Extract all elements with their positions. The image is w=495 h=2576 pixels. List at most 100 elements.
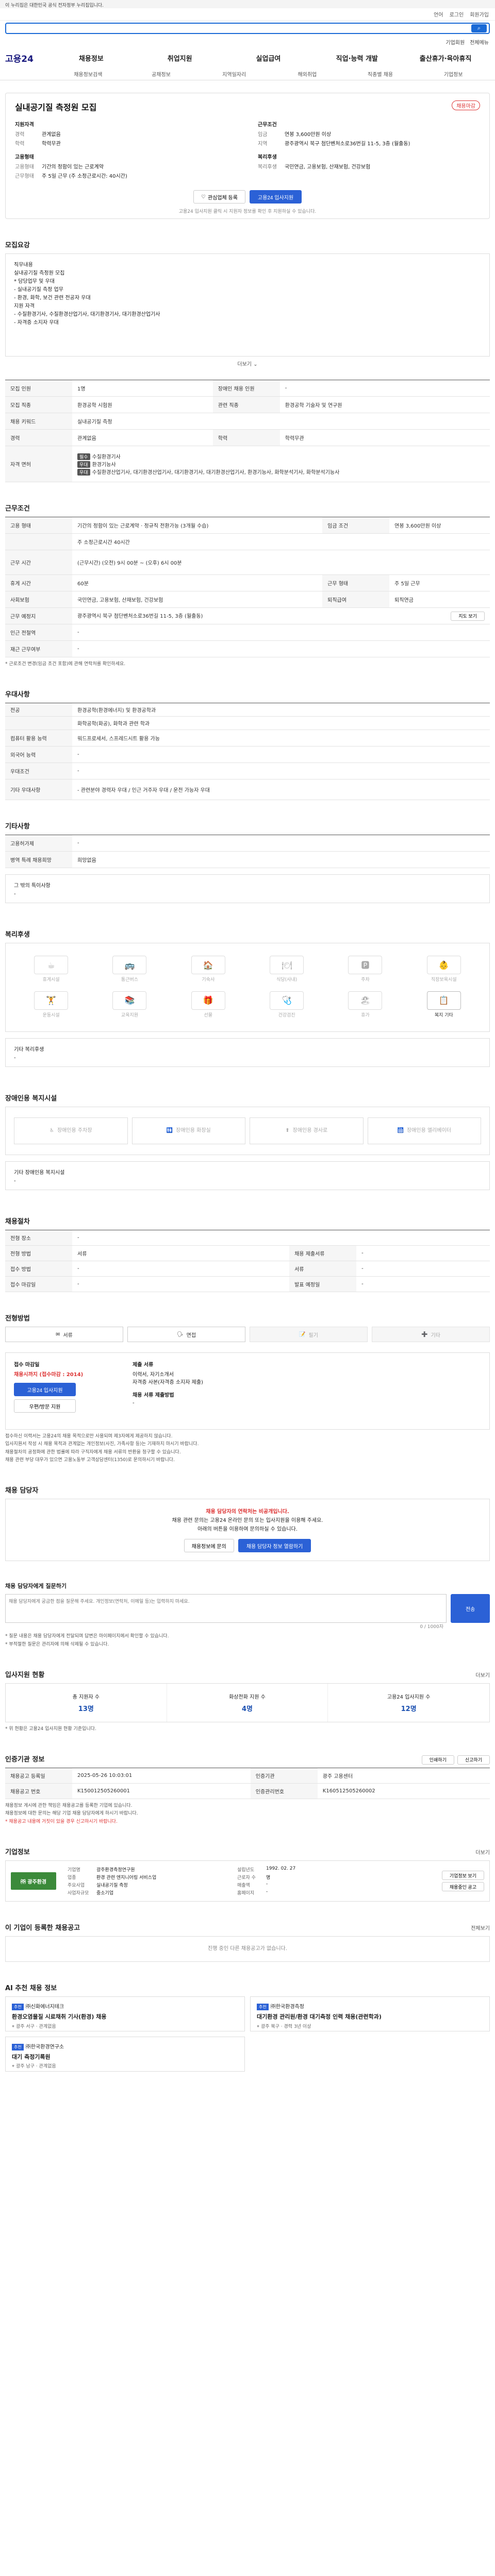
- apply-online-button[interactable]: 고용24 입사지원: [14, 1383, 76, 1397]
- rec-career: 경력 3년 이상: [284, 2024, 311, 2030]
- gnb-item[interactable]: 직업·능력 개발: [312, 53, 401, 63]
- search-button[interactable]: ⌕: [471, 24, 487, 32]
- company-header: 기업정보 더보기: [5, 1826, 490, 1860]
- kv-value: 관계없음: [42, 132, 61, 138]
- gnb-item[interactable]: 취업지원: [136, 53, 224, 63]
- heart-icon: ♡: [201, 194, 206, 200]
- td: 1명: [72, 380, 213, 397]
- th: 근무 예정지: [5, 607, 72, 624]
- company-logo: ㈜ 광주환경: [11, 1872, 56, 1890]
- section-title: 장애인용 복지시설: [5, 1095, 57, 1103]
- rec-tag: 추천: [12, 2004, 24, 2011]
- question-input[interactable]: [5, 1594, 447, 1623]
- local-nav: 채용정보검색 공채정보 지역일자리 해외취업 직종별 채용 기업정보: [0, 68, 495, 80]
- benefit-icon: 🏖: [348, 991, 383, 1010]
- site-logo[interactable]: 고용24: [5, 52, 34, 64]
- login-link[interactable]: 로그인: [450, 10, 464, 18]
- ramp-icon: ⬆: [285, 1128, 290, 1134]
- employer-link[interactable]: 기업회원: [446, 38, 465, 46]
- lnb-item[interactable]: 채용정보검색: [52, 70, 125, 78]
- work-note: * 근로조건 변경(임금 조건 포함)에 관해 연락처를 확인하세요.: [5, 662, 126, 667]
- print-button[interactable]: 인쇄하기: [421, 1755, 454, 1765]
- rec-card[interactable]: 추천 ㈜한국환경측정 대기환경 관리원/환경 대기측정 인력 채용(관련학과) ⌖…: [250, 1996, 490, 2032]
- interest-label: 관심업체 등록: [207, 195, 238, 201]
- company-jobs-button[interactable]: 채용중인 공고: [441, 1882, 484, 1892]
- apply-offline-button[interactable]: 우편/방문 지원: [14, 1399, 76, 1413]
- interest-button[interactable]: ♡ 관심업체 등록: [193, 190, 245, 204]
- td: 워드프로세서, 스프레드시트 활용 가능: [72, 730, 490, 747]
- benefit-item: 📚 교육지원: [92, 991, 167, 1019]
- detail-box: 직무내용 실내공기질 측정원 모집 * 담당업무 및 우대 - 실내공기질 측정…: [5, 253, 490, 357]
- all-menu-link[interactable]: 전체메뉴: [470, 38, 489, 46]
- benefit-label: 식당(사내): [276, 977, 298, 983]
- note-line: * 질문 내용은 채용 담당자에게 전달되며 답변은 마이페이지에서 확인할 수…: [5, 1634, 169, 1639]
- gnb-item[interactable]: 실업급여: [224, 53, 313, 63]
- rec-location: 광주 남구: [15, 2064, 35, 2070]
- benefit-item: 🏠 기숙사: [171, 956, 245, 984]
- more-link[interactable]: 더보기 ⌄: [5, 360, 490, 367]
- th: 전형 장소: [5, 1230, 72, 1246]
- company-info-button[interactable]: 기업정보 보기: [441, 1871, 484, 1880]
- recommend-all-link[interactable]: 전체보기: [471, 1924, 490, 1931]
- lnb-item[interactable]: 기업정보: [417, 70, 490, 78]
- method-item: ➕ 기타: [372, 1327, 490, 1343]
- th: 학력: [212, 429, 280, 446]
- kv-value: 국민연금, 고용보험, 산재보험, 건강보험: [285, 164, 371, 170]
- language-link[interactable]: 언어: [434, 10, 443, 18]
- info-header: 인증기관 정보 인쇄하기 신고하기: [5, 1733, 490, 1768]
- section-title: 이 기업이 등록한 채용공고: [5, 1924, 80, 1933]
- th: 근무 시간: [5, 550, 72, 575]
- kv-key: 고용형태: [15, 164, 34, 170]
- td: 국민연금, 고용보험, 산재보험, 건강보험: [72, 591, 323, 608]
- cert-value: 환경기능사: [92, 462, 116, 468]
- th: 병역 특례 채용희망: [5, 851, 72, 869]
- benefit-label: 휴게시설: [42, 977, 60, 983]
- info-actions: 인쇄하기 신고하기: [421, 1755, 490, 1765]
- rec-card[interactable]: 추천 ㈜한국환경연구소 대기 측정기록원 ⌖ 광주 남구 · 관계없음: [5, 2037, 245, 2072]
- lnb-item[interactable]: 직종별 채용: [344, 70, 417, 78]
- td: 연봉 3,600만원 이상: [389, 517, 490, 534]
- envelope-icon: ✉: [56, 1331, 60, 1337]
- join-link[interactable]: 회원가입: [470, 10, 489, 18]
- th: 외국어 능력: [5, 746, 72, 764]
- apply-button[interactable]: 고용24 입사지원: [249, 190, 302, 204]
- pin-icon: ⌖: [257, 2024, 260, 2030]
- td: 희망없음: [72, 851, 490, 869]
- lnb-item[interactable]: 공채정보: [125, 70, 198, 78]
- benefit-box: ☕ 휴게시설 🚌 통근버스 🏠 기숙사 🍽 식당(사내) 🅿 주차 👶 직장보육시설 🏋 운동시설 📚 교육지…: [5, 943, 490, 1032]
- th: 인증기관: [250, 1768, 318, 1784]
- benefit-label: 통근버스: [121, 977, 139, 983]
- inquiry-button[interactable]: 채용정보에 문의: [184, 1539, 234, 1553]
- rec-card[interactable]: 추천 ㈜신화에너지테크 환경오염물질 시료채취 기사(환경) 채용 ⌖ 광주 서구…: [5, 1996, 245, 2032]
- kv-value: 광주환경측정연구원: [96, 1868, 135, 1873]
- kv-value: 주 5일 근무 (주 소정근로시간: 40시간): [42, 174, 127, 179]
- benefit-icon: 🎁: [191, 991, 225, 1010]
- note-line: 입사지원서 작성 시 채용 목적과 관계없는 개인정보(사진, 가족사항 등)는…: [5, 1442, 199, 1447]
- job-summary-card: 채용마감 실내공기질 측정원 모집 지원자격 경력 관계없음 학력 학력무관 근무조…: [5, 93, 490, 219]
- rec-location: 광주 북구: [260, 2024, 279, 2030]
- benefit-item: 🅿 주차: [328, 956, 402, 984]
- lnb-item[interactable]: 해외취업: [271, 70, 344, 78]
- detail-table: 모집 인원 1명 장애인 채용 인원 - 모집 직종 환경공학 시험원 관련 직종 환경공학…: [5, 380, 490, 482]
- gnb-item[interactable]: 채용정보: [47, 53, 136, 63]
- map-button[interactable]: 지도 보기: [451, 611, 485, 621]
- method-label: 기타: [431, 1332, 440, 1338]
- contact-value: -: [133, 1400, 135, 1406]
- gnb-item[interactable]: 출산휴가·육아휴직: [401, 53, 490, 63]
- status-more-link[interactable]: 더보기: [475, 1671, 490, 1679]
- company-more-link[interactable]: 더보기: [475, 1848, 490, 1856]
- kv-value: 학력무관: [42, 141, 61, 147]
- th: 전공: [5, 703, 72, 717]
- benefit-item: ☕ 휴게시설: [14, 956, 88, 984]
- benefit-icon: 🍽: [270, 956, 304, 975]
- contact-view-button[interactable]: 채용 담당자 정보 열람하기: [238, 1539, 311, 1553]
- info-notes: 채용정보 게시에 관한 책임은 채용공고를 등록한 기업에 있습니다. 채용정보…: [5, 1802, 490, 1826]
- doc-item: 자격증 사본(자격증 소지자 제출): [133, 1380, 203, 1386]
- disability-item: 🚻 장애인용 화장실: [131, 1117, 245, 1145]
- search-input[interactable]: ⌕: [5, 23, 490, 34]
- report-button[interactable]: 신고하기: [457, 1755, 490, 1765]
- detail-line: * 담당업무 및 우대: [14, 279, 55, 284]
- lnb-item[interactable]: 지역일자리: [197, 70, 271, 78]
- apply-note: 고용24 입사지원 클릭 시 지원자 정보를 확인 후 지원하실 수 있습니다.: [178, 209, 317, 214]
- question-send-button[interactable]: 전송: [451, 1594, 490, 1623]
